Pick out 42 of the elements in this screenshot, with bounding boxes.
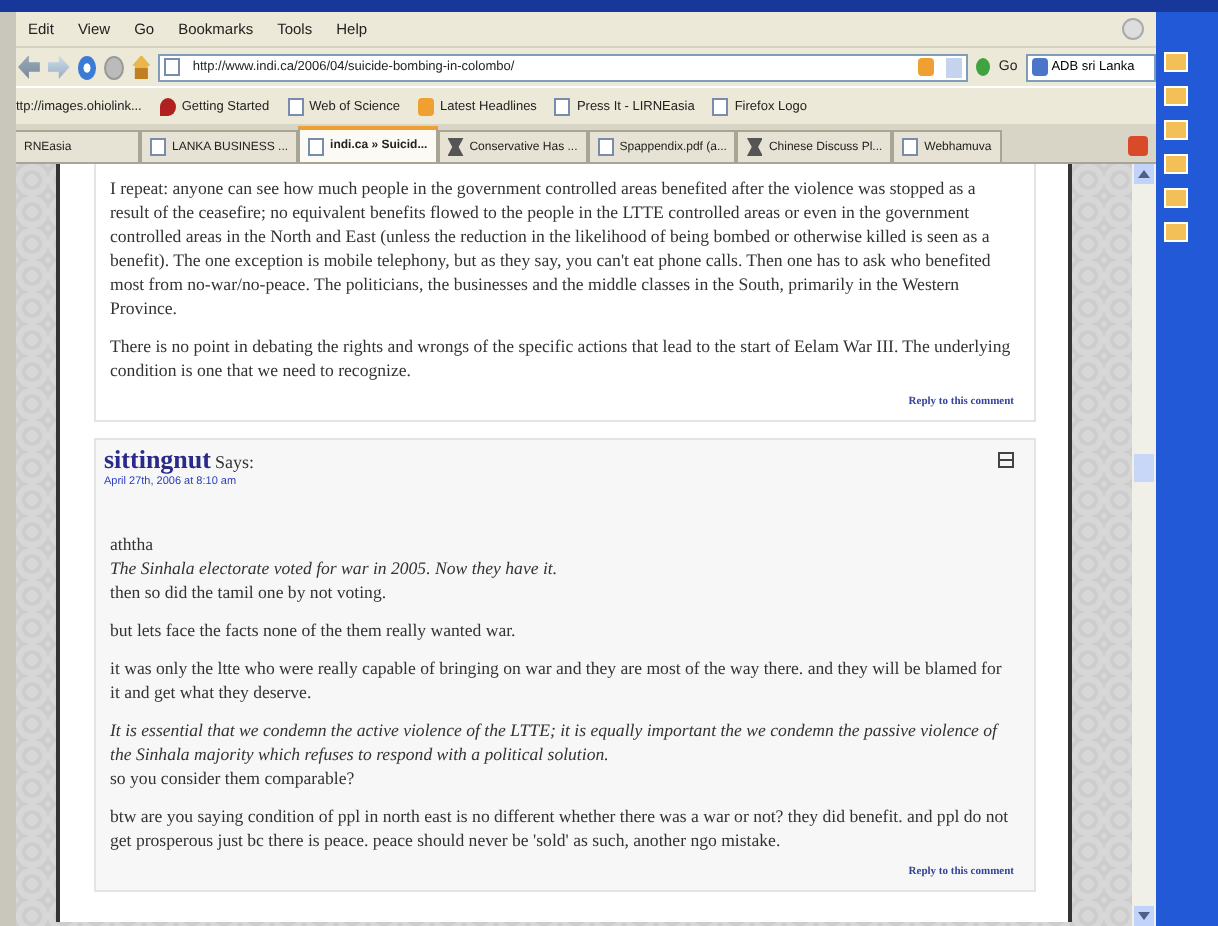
scroll-thumb[interactable]: [1134, 454, 1154, 482]
window-icon[interactable]: [1164, 222, 1188, 242]
author-link[interactable]: sittingnut: [104, 444, 211, 476]
scroll-down-icon[interactable]: [1134, 906, 1154, 926]
bird-icon: [159, 97, 176, 115]
reload-icon[interactable]: [77, 55, 97, 79]
comment-text: but lets face the facts none of the them really wanted war.: [110, 618, 518, 642]
feed-icon: [418, 97, 435, 115]
says-label: Says:: [214, 452, 254, 472]
page-icon: [597, 138, 614, 156]
home-icon[interactable]: [132, 55, 151, 79]
page-icon: [554, 97, 571, 115]
window-icon[interactable]: [1164, 188, 1188, 208]
page-icon: [150, 138, 166, 156]
page-icon: [164, 58, 181, 76]
window-icon[interactable]: [1164, 120, 1188, 140]
stop-icon[interactable]: [104, 55, 124, 79]
comment-text: There is no point in debating the rights and wrongs of the specific actions that lead to the start of Eelam War III. The underlying condition is one that we need to recognize.: [110, 334, 1013, 382]
comment-text: It is essential that we condemn the active violence of the LTTE; it is equally important the we condemn the passive violence of the Sinhala majority which refuses to respond with a political solution.: [110, 718, 1001, 766]
search-engine-icon: [1031, 58, 1048, 76]
scroll-up-icon[interactable]: [1134, 164, 1154, 184]
page-icon: [902, 138, 919, 156]
comment-text: btw are you saying condition of ppl in north east is no different whether there was a war or not? they did benefit. and ppl do not get prosperous just bc there is peace. peace should never be 'sold' as such, another ngo mistake.: [110, 804, 1011, 852]
scrollbar[interactable]: [1132, 164, 1156, 926]
comment-text: aththa: [110, 532, 155, 556]
window-icon[interactable]: [1164, 86, 1188, 106]
comment-text: it was only the ltte who were really capable of bringing on war and they are most of the way there. and they will be blamed for it and get what they deserve.: [110, 656, 1004, 704]
throbber-icon: [1122, 18, 1144, 40]
comment-text: I repeat: anyone can see how much people in the government controlled areas benefited after the violence was stopped as a result of the ceasefire; no equivalent benefits flowed to the people in the LTTE controlled areas or even in the government controlled areas in the North and East (unless the reduction in the likelihood of being bombed or otherwise killed is seen as a benefit). The one exception is mobile telephony, but as they say, you can't eat phone calls. Then one has to ask who benefited most from no-war/no-peace. The politicians, the businesses and the middle classes in the South, primarily in the Western Province.: [110, 176, 993, 320]
window-icon[interactable]: [1164, 52, 1188, 72]
feed-icon: [918, 58, 935, 76]
collapse-icon[interactable]: [998, 452, 1014, 468]
page-icon: [712, 97, 729, 115]
comment-text: so you consider them comparable?: [110, 766, 357, 790]
comment-text: then so did the tamil one by not voting.: [110, 580, 389, 604]
window-icon[interactable]: [1164, 154, 1188, 174]
page-icon: [287, 97, 304, 115]
dropdown-icon: [946, 57, 963, 77]
close-icon[interactable]: [1128, 136, 1148, 156]
go-icon[interactable]: [976, 58, 991, 76]
comment-text: The Sinhala electorate voted for war in 2005. Now they have it.: [110, 556, 560, 580]
page-icon: [308, 137, 325, 155]
